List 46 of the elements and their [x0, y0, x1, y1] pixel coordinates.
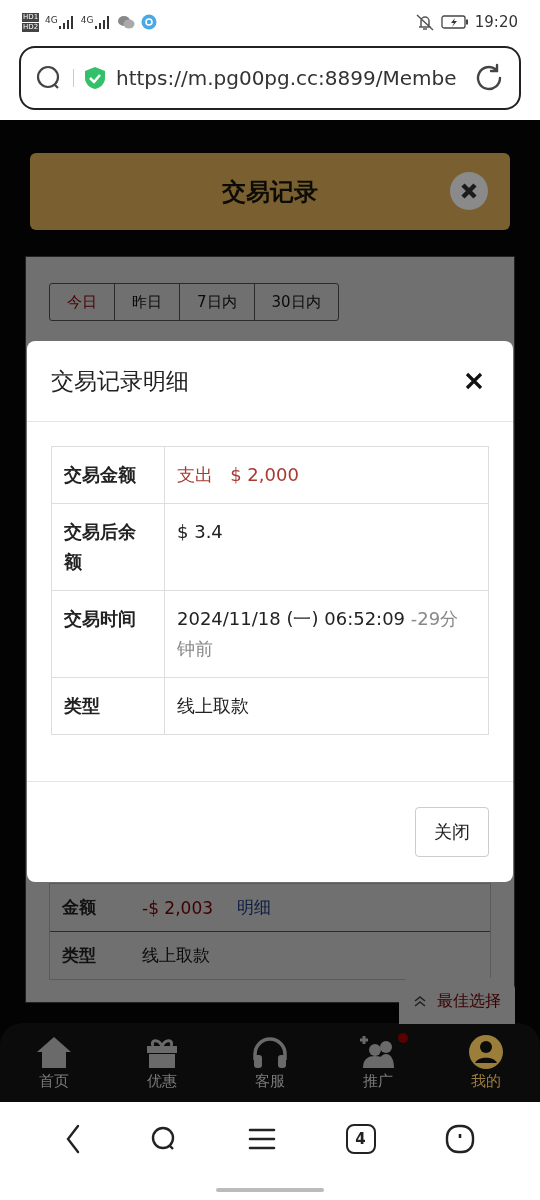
bell-muted-icon — [414, 13, 435, 31]
float-button[interactable]: 最佳选择 — [399, 978, 515, 1024]
double-chevron-up-icon — [413, 995, 427, 1007]
battery-icon — [440, 15, 469, 29]
page-title: 交易记录 — [222, 176, 318, 208]
close-icon[interactable] — [465, 372, 483, 390]
info-icon[interactable] — [445, 1124, 476, 1154]
record-value: -$ 2,003 — [141, 897, 214, 918]
detail-label: 交易时间 — [52, 591, 165, 677]
detail-link[interactable]: 明细 — [237, 896, 272, 919]
date-tab[interactable]: 7日内 — [180, 284, 255, 320]
detail-label: 交易金额 — [52, 447, 165, 503]
detail-value: $ 3.4 — [176, 520, 224, 544]
detail-value: 线上取款 — [176, 694, 250, 718]
date-tab[interactable]: 昨日 — [115, 284, 180, 320]
nav-item[interactable]: 首页 — [0, 1023, 108, 1102]
nav-item[interactable]: 推广 — [324, 1023, 432, 1102]
date-tab[interactable]: 30日内 — [254, 284, 338, 320]
dialog-title: 交易记录明细 — [51, 366, 189, 396]
back-icon[interactable] — [64, 1124, 81, 1154]
menu-icon[interactable] — [248, 1127, 276, 1151]
signal-icon — [94, 15, 111, 29]
tab-count-button[interactable]: 4 — [345, 1124, 376, 1154]
close-button[interactable]: 关闭 — [415, 807, 489, 857]
close-icon — [460, 182, 478, 200]
network-label: 4G — [45, 15, 58, 25]
clock-time: 19:20 — [474, 13, 518, 31]
detail-value: 2024/11/18 (一) 06:52:09 -29分钟前 — [176, 607, 460, 661]
detail-label: 交易后余额 — [52, 504, 165, 590]
record-value: 线上取款 — [141, 944, 210, 967]
shield-check-icon — [84, 66, 106, 90]
detail-value: 支出 $ 2,000 — [176, 463, 300, 487]
address-bar[interactable]: https://m.pg00pg.cc:8899/Membe — [19, 46, 521, 110]
nav-item[interactable]: 我的 — [432, 1023, 540, 1102]
detail-label: 类型 — [52, 678, 165, 734]
network-label: 4G — [80, 15, 94, 25]
chat-icon — [116, 15, 135, 29]
nav-item[interactable]: 客服 — [216, 1023, 324, 1102]
close-button[interactable] — [450, 172, 488, 210]
url-text: https://m.pg00pg.cc:8899/Membe — [116, 66, 458, 90]
signal-icon — [58, 15, 75, 29]
app-icon — [140, 14, 157, 30]
nav-item[interactable]: 优惠 — [108, 1023, 216, 1102]
date-tab[interactable]: 今日 — [50, 284, 115, 320]
record-label: 类型 — [61, 944, 97, 967]
record-label: 金额 — [61, 896, 97, 919]
